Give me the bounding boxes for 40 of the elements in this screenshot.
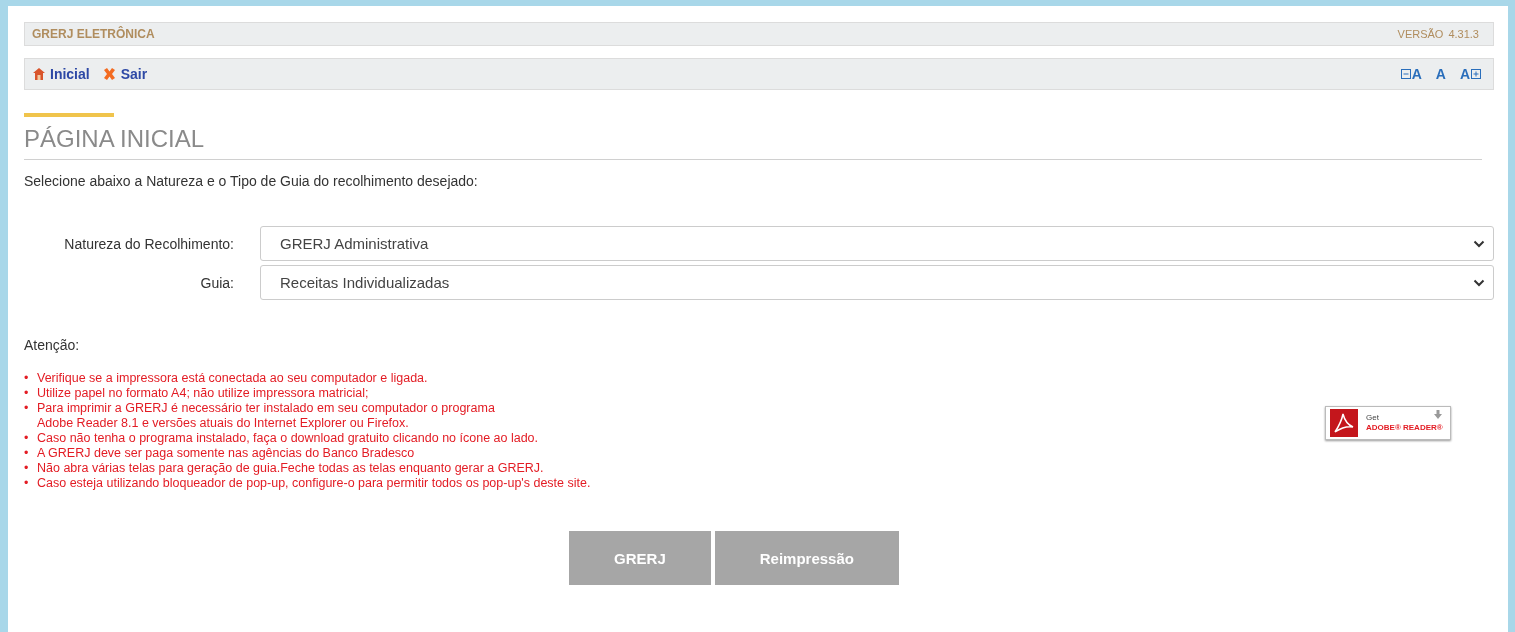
bullet: •: [24, 461, 30, 476]
bullet: •: [24, 431, 30, 446]
version-label: VERSÃO: [1397, 28, 1444, 40]
adobe-reader-badge[interactable]: Get ADOBE® READER®: [1325, 406, 1451, 440]
pdf-icon: [1330, 409, 1358, 437]
exit-link[interactable]: Sair: [101, 66, 148, 82]
version-number: 4.31.3: [1448, 28, 1479, 40]
warning-item: Utilize papel no formato A4; não utilize impressora matricial;: [37, 386, 369, 401]
chevron-down-icon: [1473, 239, 1485, 248]
plus-icon: [1471, 69, 1481, 79]
increase-font-button[interactable]: A: [1459, 66, 1481, 82]
badge-text: Get: [1366, 413, 1379, 423]
page-title: PÁGINA INICIAL: [24, 125, 206, 153]
cross-icon: [101, 67, 117, 81]
warning-item: Não abra várias telas para geração de guia.Feche todas as telas enquanto gerar a GRERJ.: [37, 461, 544, 476]
warning-item: Caso esteja utilizando bloqueador de pop-up, configure-o para permitir todos os pop-up's deste site.: [37, 476, 591, 491]
bullet: •: [24, 401, 30, 417]
warning-item: Caso não tenha o programa instalado, faça o download gratuito clicando no ícone ao lado.: [37, 431, 539, 446]
select-field[interactable]: GRERJ Administrativa: [260, 226, 1494, 261]
minus-icon: [1400, 69, 1411, 79]
instruction-text: Selecione abaixo a Natureza e o Tipo de Guia do recolhimento desejado:: [24, 173, 479, 189]
bullet: •: [24, 446, 30, 461]
attention-label: Atenção:: [24, 337, 81, 353]
bullet: •: [24, 371, 30, 386]
house-icon: [32, 67, 46, 81]
select-field[interactable]: Receitas Individualizadas: [260, 265, 1494, 300]
download-arrow-icon: [1434, 410, 1442, 419]
field-label: Natureza do Recolhimento:: [63, 235, 234, 252]
normal-font-button[interactable]: A: [1435, 66, 1446, 82]
bullet: •: [24, 476, 30, 491]
bullet: •: [24, 386, 30, 401]
warning-item: A GRERJ deve ser paga somente nas agências do Banco Bradesco: [37, 446, 415, 461]
decrease-font-button[interactable]: A: [1400, 66, 1422, 82]
chevron-down-icon: [1473, 278, 1485, 287]
app-title: GRERJ ELETRÔNICA: [32, 27, 155, 41]
home-link[interactable]: Inicial: [32, 66, 90, 82]
warning-item: Verifique se a impressora está conectada ao seu computador e ligada.: [37, 371, 428, 386]
badge-brand-text: ADOBE® READER®: [1366, 423, 1443, 433]
field-label: Guia:: [199, 274, 234, 291]
warning-item: Para imprimir a GRERJ é necessário ter instalado em seu computador o programa Adobe Reader 8.1 e versões atuais do Internet Explorer ou Firefox.: [37, 401, 495, 431]
